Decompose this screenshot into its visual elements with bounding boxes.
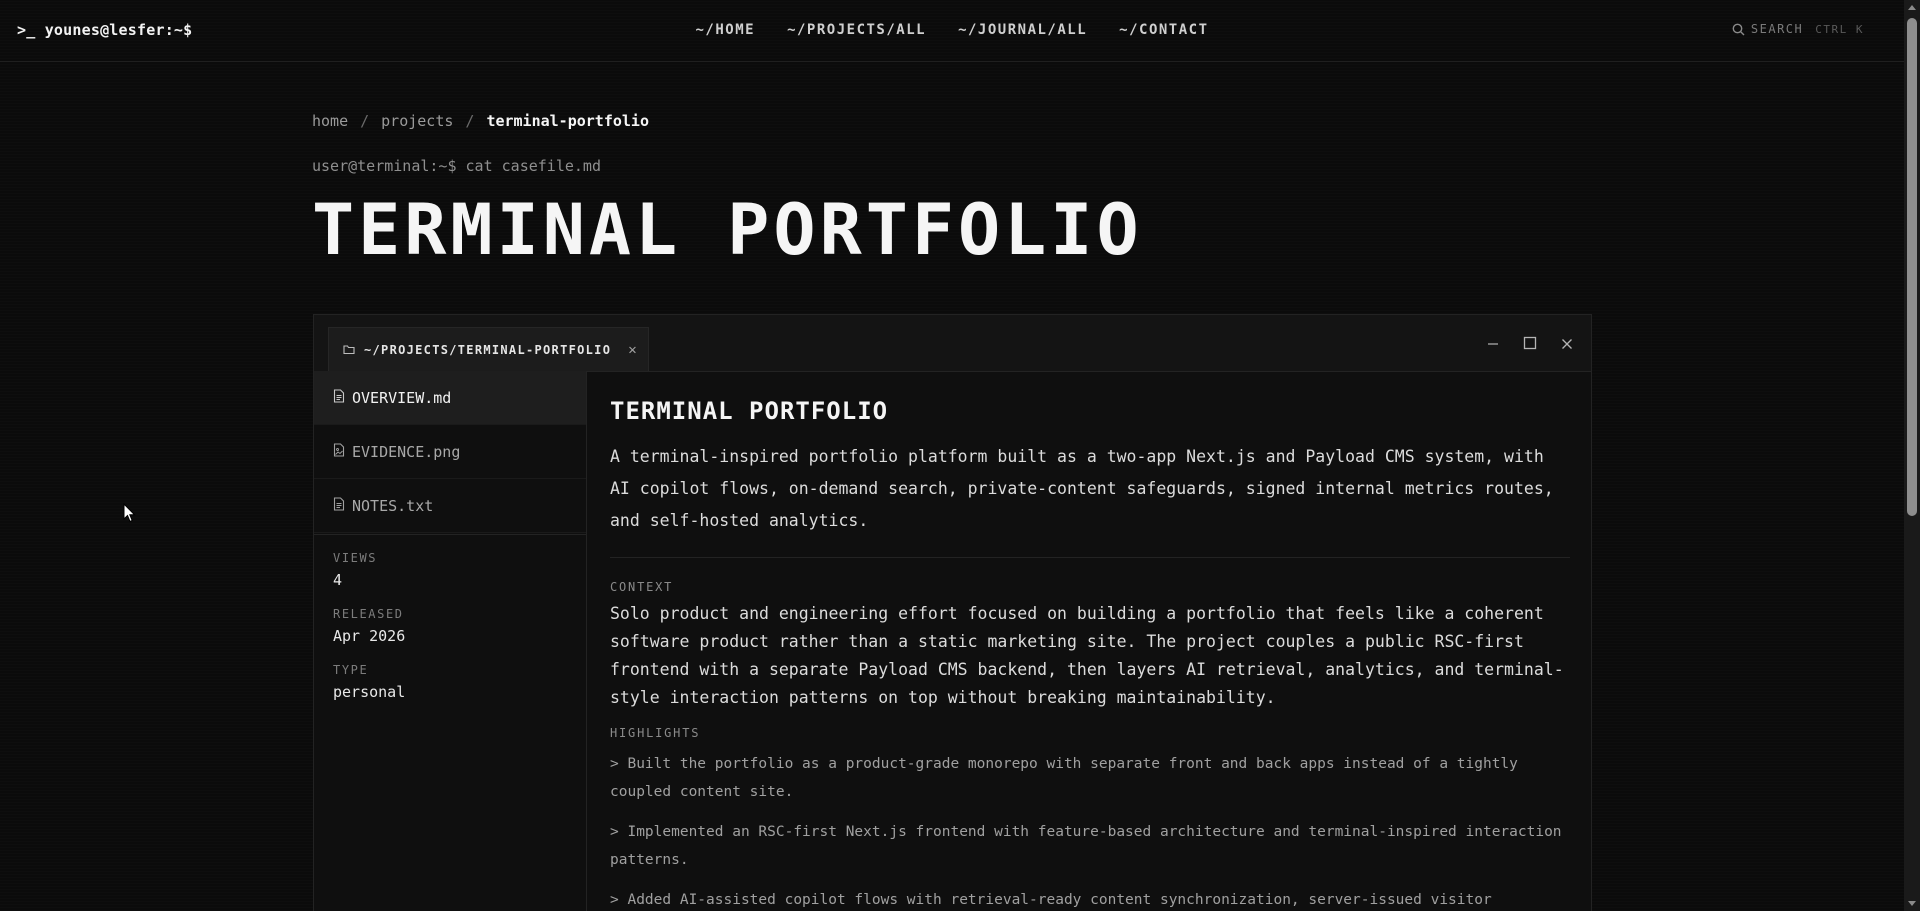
nav-home[interactable]: ~/HOME [695,22,755,38]
terminal-command: user@terminal:~$ cat casefile.md [312,157,601,175]
project-summary: A terminal-inspired portfolio platform b… [610,447,1554,530]
file-text-icon [333,388,345,407]
minimize-icon[interactable] [1487,335,1499,354]
meta-value: personal [333,683,406,701]
scrollbar-thumb[interactable] [1907,18,1917,516]
file-name: OVERVIEW.md [352,388,452,407]
meta-released: RELEASED Apr 2026 [333,607,567,645]
breadcrumb-projects[interactable]: projects [381,112,453,130]
project-meta: VIEWS 4 RELEASED Apr 2026 TYPE personal [314,535,586,701]
document-title: TERMINAL PORTFOLIO [610,397,889,425]
meta-value: Apr 2026 [333,627,406,645]
file-item-notes[interactable]: NOTES.txt [314,479,586,533]
search-icon [1732,23,1745,36]
context-label: CONTEXT [610,580,674,594]
nav-journal[interactable]: ~/JOURNAL/ALL [958,22,1087,38]
breadcrumb: home / projects / terminal-portfolio [312,112,649,130]
breadcrumb-home[interactable]: home [312,112,348,130]
nav-projects[interactable]: ~/PROJECTS/ALL [787,22,926,38]
file-name: EVIDENCE.png [352,442,461,461]
divider [610,557,1570,558]
maximize-icon[interactable] [1523,335,1537,354]
main-nav: ~/HOME ~/PROJECTS/ALL ~/JOURNAL/ALL ~/CO… [0,22,1904,38]
search-shortcut: CTRL K [1815,22,1864,36]
window-header: ~/PROJECTS/TERMINAL-PORTFOLIO ✕ [314,315,1591,372]
tab-label: ~/PROJECTS/TERMINAL-PORTFOLIO [364,342,612,357]
file-window: ~/PROJECTS/TERMINAL-PORTFOLIO ✕ OVERVIEW… [313,314,1592,911]
window-controls [1487,335,1573,354]
highlight-item: > Implemented an RSC-first Next.js front… [610,824,1562,868]
breadcrumb-separator: / [465,112,475,130]
document-content: TERMINAL PORTFOLIO A terminal-inspired p… [610,371,1570,911]
window-tab[interactable]: ~/PROJECTS/TERMINAL-PORTFOLIO ✕ [328,327,649,371]
file-item-overview[interactable]: OVERVIEW.md [314,371,586,425]
page-title: TERMINAL PORTFOLIO [312,189,1143,271]
folder-icon [343,340,355,359]
highlight-item: > Added AI-assisted copilot flows with r… [610,892,1492,908]
mouse-pointer-icon [123,502,137,527]
breadcrumb-current: terminal-portfolio [486,112,649,130]
close-tab-icon[interactable]: ✕ [628,342,636,358]
file-image-icon [333,442,345,461]
meta-label: TYPE [333,663,369,677]
search-label: SEARCH [1750,22,1804,36]
meta-label: VIEWS [333,551,378,565]
meta-value: 4 [333,571,343,589]
highlight-item: > Built the portfolio as a product-grade… [610,756,1518,800]
meta-label: RELEASED [333,607,404,621]
top-nav-bar: >_ younes@lesfer:~$ ~/HOME ~/PROJECTS/AL… [0,0,1904,62]
file-item-evidence[interactable]: EVIDENCE.png [314,425,586,479]
file-sidebar: OVERVIEW.md EVIDENCE.png NOTES.txt VIEWS… [314,371,587,911]
context-text: Solo product and engineering effort focu… [610,604,1564,707]
meta-type: TYPE personal [333,663,567,701]
search-button[interactable]: SEARCH CTRL K [1732,22,1864,36]
meta-views: VIEWS 4 [333,551,567,589]
scroll-up-icon[interactable] [1908,5,1916,10]
scroll-down-icon[interactable] [1908,901,1916,906]
breadcrumb-separator: / [360,112,370,130]
close-window-icon[interactable] [1561,335,1573,354]
file-text-icon [333,496,345,515]
nav-contact[interactable]: ~/CONTACT [1119,22,1208,38]
highlights-label: HIGHLIGHTS [610,726,701,740]
page-scrollbar[interactable] [1904,0,1920,911]
file-name: NOTES.txt [352,496,434,515]
